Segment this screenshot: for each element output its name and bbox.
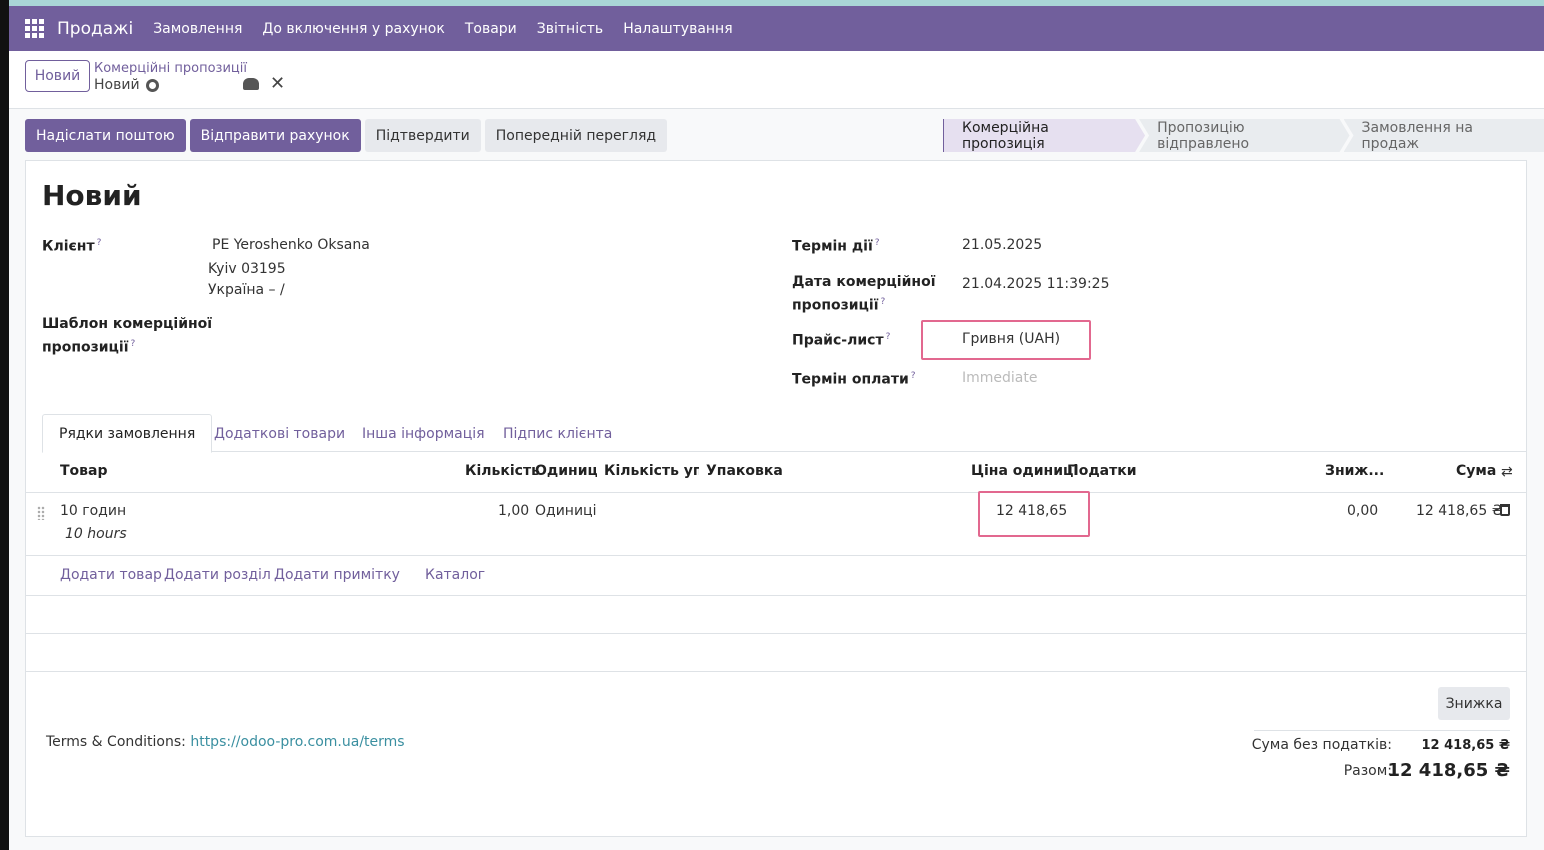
row-divider <box>26 555 1526 556</box>
nav-item-reporting[interactable]: Звітність <box>537 21 603 37</box>
col-taxes[interactable]: Податки <box>1067 463 1137 479</box>
customer-label: Клієнт? <box>42 238 102 255</box>
app-window: Продажі Замовлення До включення у рахуно… <box>9 0 1544 850</box>
terms-link[interactable]: https://odoo-pro.com.ua/terms <box>190 734 404 750</box>
nav-item-orders[interactable]: Замовлення <box>153 21 242 37</box>
row-uom[interactable]: Одиниці <box>535 503 596 519</box>
empty-row-divider-1 <box>26 595 1526 596</box>
tab-optional-products[interactable]: Додаткові товари <box>198 414 361 453</box>
terms-label: Terms & Conditions: <box>46 734 186 750</box>
catalog-button[interactable]: Каталог <box>425 567 485 583</box>
tab-other-info[interactable]: Інша інформація <box>346 414 501 453</box>
form-tabs: Рядки замовлення Додаткові товари Інша і… <box>42 414 1526 453</box>
tab-order-lines[interactable]: Рядки замовлення <box>42 414 213 453</box>
send-email-button[interactable]: Надіслати поштою <box>25 119 186 152</box>
pricelist-field[interactable]: Гривня (UAH) <box>962 329 1060 349</box>
status-bar: Комерційна пропозиція Пропозицію відправ… <box>943 119 1544 152</box>
preview-button[interactable]: Попередній перегляд <box>484 119 668 152</box>
col-packaging[interactable]: Упаковка <box>706 463 783 479</box>
add-section-link[interactable]: Додати розділ <box>164 567 271 583</box>
row-description[interactable]: 10 hours <box>65 526 127 542</box>
col-packaging-qty[interactable]: Кількість уп... <box>604 463 699 479</box>
tab-customer-signature[interactable]: Підпис клієнта <box>487 414 628 453</box>
form-sheet: Новий Клієнт? PE Yeroshenko Oksana Kyiv … <box>25 160 1527 837</box>
customer-name-field[interactable]: PE Yeroshenko Oksana <box>212 235 370 255</box>
gear-icon[interactable] <box>145 78 159 92</box>
col-quantity[interactable]: Кількість <box>465 463 540 479</box>
row-quantity[interactable]: 1,00 <box>498 503 529 519</box>
app-brand[interactable]: Продажі <box>57 19 133 39</box>
cloud-save-icon[interactable] <box>243 78 259 90</box>
untaxed-label: Сума без податків: <box>1251 737 1392 753</box>
drag-handle-icon[interactable] <box>37 506 45 520</box>
col-product[interactable]: Товар <box>60 463 108 479</box>
row-unit-price[interactable]: 12 418,65 <box>996 503 1067 519</box>
breadcrumb-parent[interactable]: Комерційні пропозиції <box>94 61 247 76</box>
main-navbar: Продажі Замовлення До включення у рахуно… <box>9 6 1544 51</box>
col-discount[interactable]: Зниж... <box>1325 463 1384 479</box>
pricelist-label: Прайс-лист? <box>792 332 891 349</box>
discard-icon[interactable]: ✕ <box>270 73 285 94</box>
customer-city: Kyiv 03195 <box>208 261 286 277</box>
total-value: 12 418,65 ₴ <box>1387 760 1510 781</box>
confirm-button[interactable]: Підтвердити <box>364 119 481 152</box>
nav-item-to-invoice[interactable]: До включення у рахунок <box>262 21 444 37</box>
breadcrumb-current-label: Новий <box>94 77 140 93</box>
add-note-link[interactable]: Додати примітку <box>274 567 400 583</box>
col-uom[interactable]: Одиниці... <box>535 463 597 479</box>
column-settings-icon[interactable]: ⇄ <box>1501 464 1513 480</box>
col-unit-price[interactable]: Ціна одиниці <box>971 463 1078 479</box>
col-amount[interactable]: Сума <box>1456 463 1496 479</box>
apps-menu-icon[interactable] <box>25 18 45 39</box>
template-label: Шаблон комерційної пропозиції? <box>42 316 213 356</box>
send-invoice-button[interactable]: Відправити рахунок <box>189 119 361 152</box>
nav-item-products[interactable]: Товари <box>465 21 517 37</box>
trash-icon[interactable] <box>1500 504 1510 516</box>
row-product[interactable]: 10 годин <box>60 503 126 519</box>
totals-divider <box>1254 730 1510 731</box>
validity-date-field[interactable]: 21.05.2025 <box>962 235 1042 255</box>
payment-terms-field[interactable]: Immediate <box>962 368 1037 388</box>
terms-conditions: Terms & Conditions: https://odoo-pro.com… <box>46 734 405 750</box>
quote-date-label: Дата комерційної пропозиції? <box>792 274 936 314</box>
empty-row-divider-3 <box>26 671 1526 672</box>
stage-quotation-sent[interactable]: Пропозицію відправлено <box>1139 119 1349 152</box>
new-button[interactable]: Новий <box>25 60 90 92</box>
header-divider <box>26 492 1526 493</box>
row-amount: 12 418,65 ₴ <box>1416 503 1503 519</box>
breadcrumb-current: Новий <box>94 77 159 93</box>
stage-sales-order[interactable]: Замовлення на продаж <box>1343 119 1544 152</box>
discount-button[interactable]: Знижка <box>1438 687 1510 720</box>
page-title: Новий <box>42 179 142 212</box>
row-discount[interactable]: 0,00 <box>1347 503 1378 519</box>
add-product-link[interactable]: Додати товар <box>60 567 162 583</box>
control-panel: Новий Комерційні пропозиції Новий ✕ <box>9 51 1544 109</box>
untaxed-value: 12 418,65 ₴ <box>1421 738 1510 753</box>
quote-date-field[interactable]: 21.04.2025 11:39:25 <box>962 274 1110 294</box>
nav-item-configuration[interactable]: Налаштування <box>623 21 732 37</box>
action-buttons: Надіслати поштою Відправити рахунок Підт… <box>25 119 668 152</box>
empty-row-divider-2 <box>26 633 1526 634</box>
stage-quotation[interactable]: Комерційна пропозиція <box>943 119 1145 152</box>
validity-label: Термін дії? <box>792 238 880 255</box>
customer-country: Україна – / <box>208 282 285 298</box>
payment-terms-label: Термін оплати? <box>792 371 916 388</box>
